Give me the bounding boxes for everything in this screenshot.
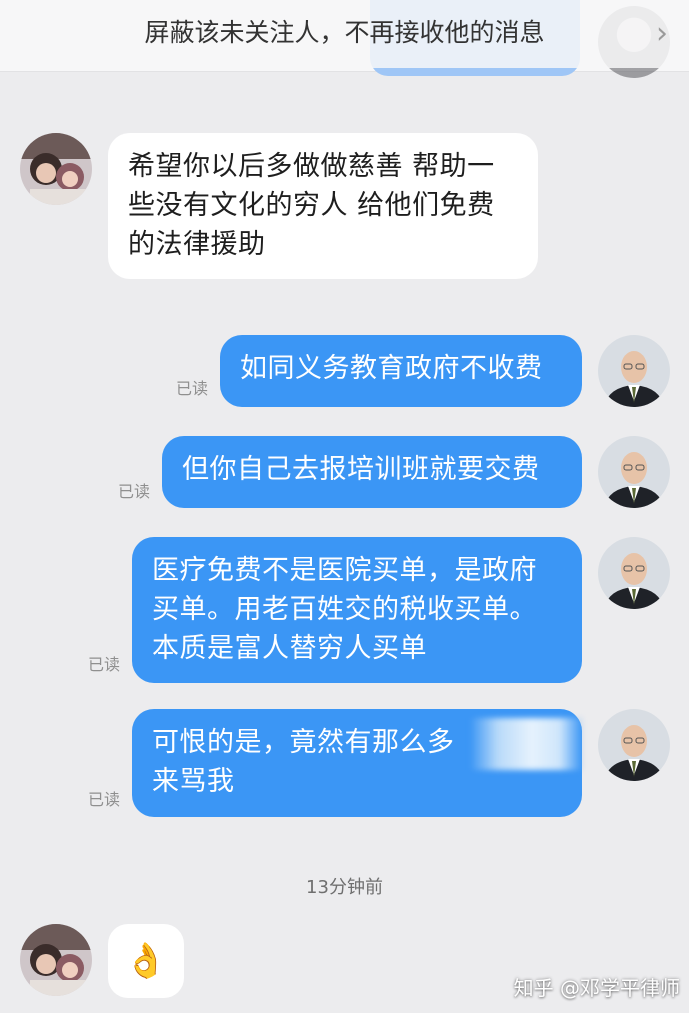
blurred-text-region — [470, 718, 582, 770]
read-status: 已读 — [88, 655, 121, 674]
block-banner-text[interactable]: 屏蔽该未关注人，不再接收他的消息 — [0, 0, 689, 68]
sender-avatar[interactable] — [20, 924, 92, 996]
message-bubble-outgoing[interactable]: 但你自己去报培训班就要交费 — [162, 436, 582, 508]
lawyer-avatar[interactable] — [598, 537, 670, 609]
read-status: 已读 — [176, 379, 209, 398]
lawyer-avatar[interactable] — [598, 709, 670, 781]
read-status: 已读 — [118, 482, 151, 501]
sender-avatar[interactable] — [20, 133, 92, 205]
message-bubble-outgoing[interactable]: 如同义务教育政府不收费 — [220, 335, 582, 407]
watermark: 知乎 @邓学平律师 — [513, 976, 680, 1000]
message-bubble-incoming[interactable]: 希望你以后多做做慈善 帮助一 些没有文化的穷人 给他们免费 的法律援助 — [108, 133, 538, 279]
read-status: 已读 — [88, 790, 121, 809]
lawyer-avatar[interactable] — [598, 335, 670, 407]
chevron-right-icon[interactable]: › — [650, 16, 674, 52]
lawyer-avatar[interactable] — [598, 436, 670, 508]
ok-hand-emoji: 👌 — [124, 941, 168, 981]
message-bubble-outgoing[interactable]: 医疗免费不是医院买单，是政府 买单。用老百姓交的税收买单。 本质是富人替穷人买单 — [132, 537, 582, 683]
message-timestamp: 13分钟前 — [306, 877, 383, 898]
